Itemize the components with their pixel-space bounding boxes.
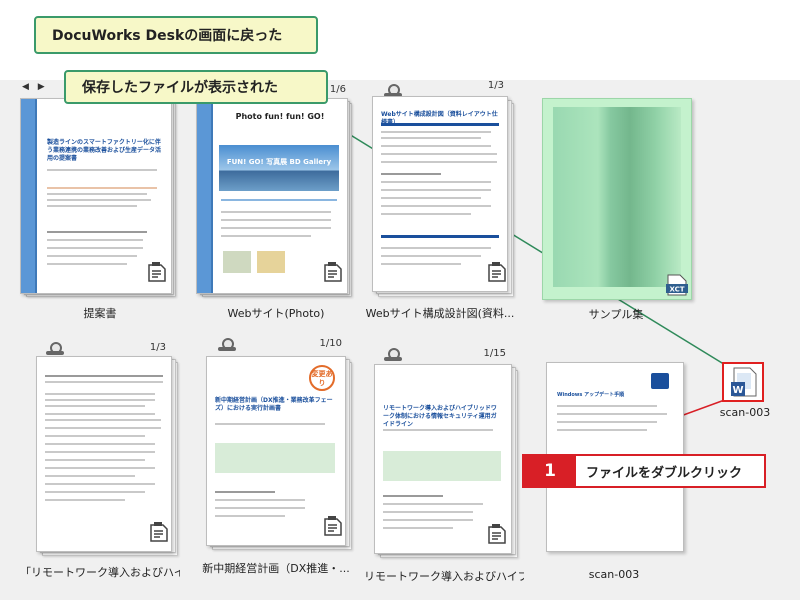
step-instruction: 1 ファイルをダブルクリック xyxy=(522,454,766,488)
clip-icon xyxy=(218,338,236,352)
doc-heading: 製造ラインのスマートファクトリー化に伴う業務連携の業務改善および生産データ活用の… xyxy=(47,139,162,162)
binder-spine xyxy=(21,99,37,293)
word-file-icon[interactable]: W xyxy=(722,362,764,402)
item-label: リモートワーク導入およびハイブ... xyxy=(364,570,524,583)
page-count: 1/10 xyxy=(319,338,342,349)
annotation-note-icon xyxy=(324,262,342,282)
item-label: 「リモートワーク導入およびハイ... xyxy=(20,566,180,579)
annotation-note-icon xyxy=(324,516,342,536)
banner-image: FUN! GO! 写真展 BD Gallery xyxy=(219,145,339,191)
doc-heading: リモートワーク導入およびハイブリッドワーク体制における情報セキュリティ運用ガイド… xyxy=(383,405,497,428)
item-label: scan-003 xyxy=(719,406,771,419)
title-callout: DocuWorks Deskの画面に戻った xyxy=(34,16,318,54)
step-number: 1 xyxy=(524,456,576,486)
annotation-note-icon xyxy=(148,262,166,282)
step-text: ファイルをダブルクリック xyxy=(586,465,743,481)
page-count: 1/3 xyxy=(487,80,504,91)
nav-arrows[interactable]: ◀ ▶ xyxy=(22,82,48,92)
container-thumbnail[interactable] xyxy=(542,98,692,300)
clip-icon xyxy=(384,348,402,362)
item-label: scan-003 xyxy=(588,568,640,581)
item-label: 提案書 xyxy=(83,307,117,320)
doc-heading: Windows アップデート手順 xyxy=(557,392,625,398)
saved-callout: 保存したファイルが表示された xyxy=(64,70,328,104)
annotation-note-icon xyxy=(150,522,168,542)
doc-heading: Photo fun! fun! GO! xyxy=(235,112,325,121)
svg-text:W: W xyxy=(732,385,743,396)
page-count: 1/15 xyxy=(483,348,506,359)
annotation-note-icon xyxy=(488,262,506,282)
binder-spine xyxy=(197,99,213,293)
clip-icon xyxy=(46,342,64,356)
item-label: Webサイト構成設計図(資料... xyxy=(365,307,515,320)
stamp-icon: 変更あり xyxy=(309,365,335,391)
annotation-note-icon xyxy=(488,524,506,544)
item-label: サンプル集 xyxy=(588,308,644,321)
item-label: Webサイト(Photo) xyxy=(227,307,325,320)
page-count: 1/3 xyxy=(149,342,166,353)
item-label: 新中期経営計画（DX推進・... xyxy=(202,562,350,575)
printer-icon xyxy=(651,373,669,389)
svg-text:XCT: XCT xyxy=(669,286,684,294)
xct-file-icon: XCT xyxy=(666,274,688,296)
doc-heading: 新中期経営計画（DX推進・業務改革フェーズ）における実行計画書 xyxy=(215,397,333,412)
